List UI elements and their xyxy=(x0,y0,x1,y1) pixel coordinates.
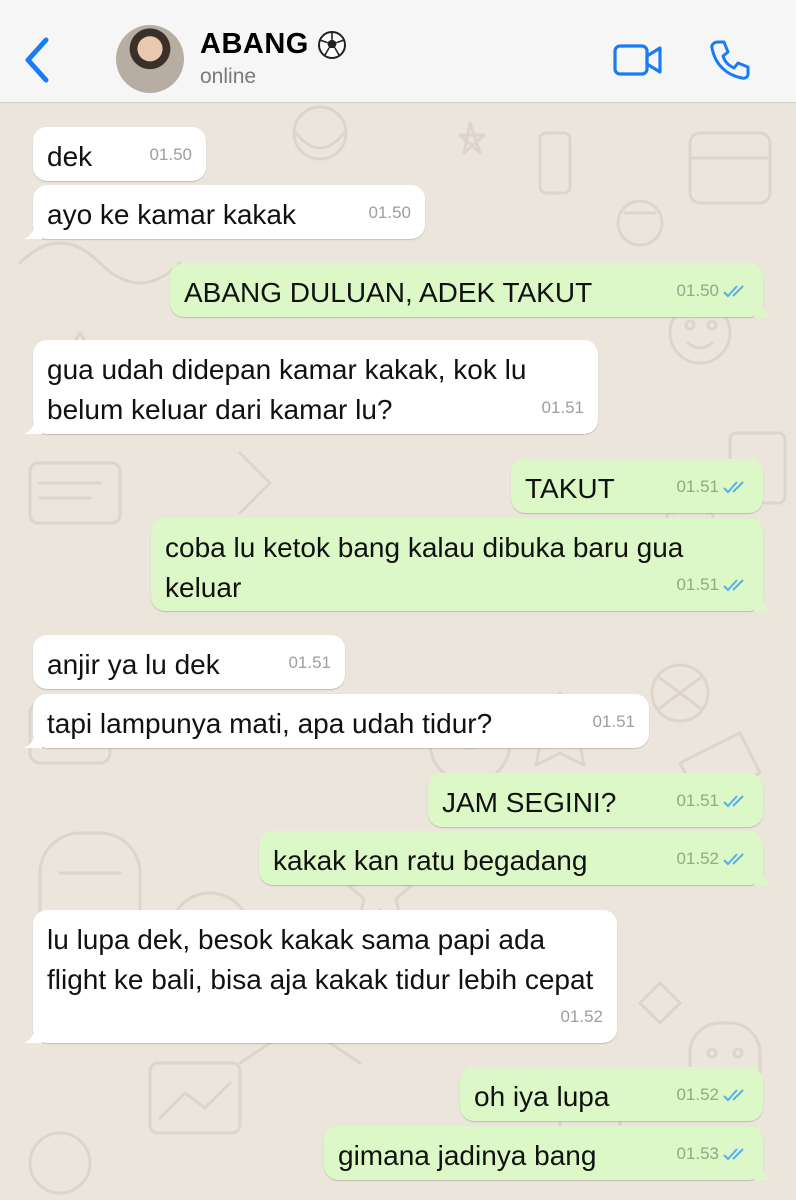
message-meta: 01.51 xyxy=(676,565,749,605)
message-meta: 01.50 xyxy=(676,271,749,311)
bubble-tail xyxy=(24,221,42,239)
bubble-tail xyxy=(754,867,772,885)
back-chevron-icon[interactable] xyxy=(18,34,58,86)
double-check-read-icon xyxy=(723,285,744,298)
soccer-ball-icon xyxy=(317,30,346,59)
message-meta: 01.53 xyxy=(676,1134,749,1174)
message-time: 01.50 xyxy=(368,203,411,222)
bubble-tail xyxy=(754,1162,772,1180)
message-meta: 01.52 xyxy=(560,997,603,1037)
message-time: 01.52 xyxy=(560,1007,603,1026)
double-check-read-icon xyxy=(723,795,744,808)
outgoing-message-bubble[interactable]: coba lu ketok bang kalau dibuka baru gua… xyxy=(151,518,772,611)
message-meta: 01.50 xyxy=(149,135,192,175)
message-time: 01.50 xyxy=(149,145,192,164)
message-text: ayo ke kamar kakak xyxy=(47,199,296,230)
message-time: 01.51 xyxy=(676,575,719,594)
incoming-message-bubble[interactable]: lu lupa dek, besok kakak sama papi ada f… xyxy=(24,910,617,1043)
message-text: gua udah didepan kamar kakak, kok lu bel… xyxy=(47,354,527,425)
message-meta: 01.52 xyxy=(676,839,749,879)
contact-info[interactable]: ABANG online xyxy=(200,28,347,89)
message-time: 01.52 xyxy=(676,849,719,868)
message-time: 01.51 xyxy=(288,653,331,672)
incoming-message-bubble[interactable]: anjir ya lu dek 01.51 xyxy=(33,635,345,689)
outgoing-message-bubble[interactable]: ABANG DULUAN, ADEK TAKUT 01.50 xyxy=(170,263,772,317)
message-meta: 01.51 xyxy=(288,643,331,683)
double-check-read-icon xyxy=(723,481,744,494)
contact-status: online xyxy=(200,65,257,88)
bubble-tail xyxy=(24,416,42,434)
contact-name: ABANG xyxy=(200,28,347,61)
outgoing-message-bubble[interactable]: oh iya lupa 01.52 xyxy=(460,1067,763,1121)
message-time: 01.51 xyxy=(592,712,635,731)
message-text: lu lupa dek, besok kakak sama papi ada f… xyxy=(47,924,594,995)
double-check-read-icon xyxy=(723,1089,744,1102)
message-meta: 01.50 xyxy=(368,193,411,233)
outgoing-message-bubble[interactable]: kakak kan ratu begadang 01.52 xyxy=(259,831,772,885)
message-time: 01.51 xyxy=(676,791,719,810)
outgoing-message-bubble[interactable]: TAKUT 01.51 xyxy=(511,459,763,513)
message-text: ABANG DULUAN, ADEK TAKUT xyxy=(184,277,593,308)
message-text: coba lu ketok bang kalau dibuka baru gua… xyxy=(165,532,684,603)
bubble-tail xyxy=(754,593,772,611)
message-time: 01.53 xyxy=(676,1144,719,1163)
outgoing-message-bubble[interactable]: gimana jadinya bang 01.53 xyxy=(324,1126,772,1180)
bubble-tail xyxy=(24,730,42,748)
message-time: 01.51 xyxy=(676,477,719,496)
chat-header: ABANG online xyxy=(0,0,796,103)
video-call-icon[interactable] xyxy=(612,40,664,80)
message-meta: 01.51 xyxy=(676,781,749,821)
double-check-read-icon xyxy=(723,1148,744,1161)
contact-avatar[interactable] xyxy=(116,25,184,93)
incoming-message-bubble[interactable]: dek 01.50 xyxy=(33,127,206,181)
message-meta: 01.51 xyxy=(541,388,584,428)
incoming-message-bubble[interactable]: ayo ke kamar kakak 01.50 xyxy=(24,185,425,239)
message-meta: 01.51 xyxy=(592,702,635,742)
bubble-tail xyxy=(24,1025,42,1043)
bubble-tail xyxy=(754,299,772,317)
incoming-message-bubble[interactable]: gua udah didepan kamar kakak, kok lu bel… xyxy=(24,340,598,434)
message-time: 01.51 xyxy=(541,398,584,417)
message-text: tapi lampunya mati, apa udah tidur? xyxy=(47,708,493,739)
message-time: 01.50 xyxy=(676,281,719,300)
contact-name-text: ABANG xyxy=(200,28,309,60)
voice-call-icon[interactable] xyxy=(708,38,752,82)
message-meta: 01.51 xyxy=(676,467,749,507)
outgoing-message-bubble[interactable]: JAM SEGINI? 01.51 xyxy=(428,773,763,827)
incoming-message-bubble[interactable]: tapi lampunya mati, apa udah tidur? 01.51 xyxy=(24,694,649,748)
message-meta: 01.52 xyxy=(676,1075,749,1115)
message-time: 01.52 xyxy=(676,1085,719,1104)
double-check-read-icon xyxy=(723,853,744,866)
double-check-read-icon xyxy=(723,579,744,592)
